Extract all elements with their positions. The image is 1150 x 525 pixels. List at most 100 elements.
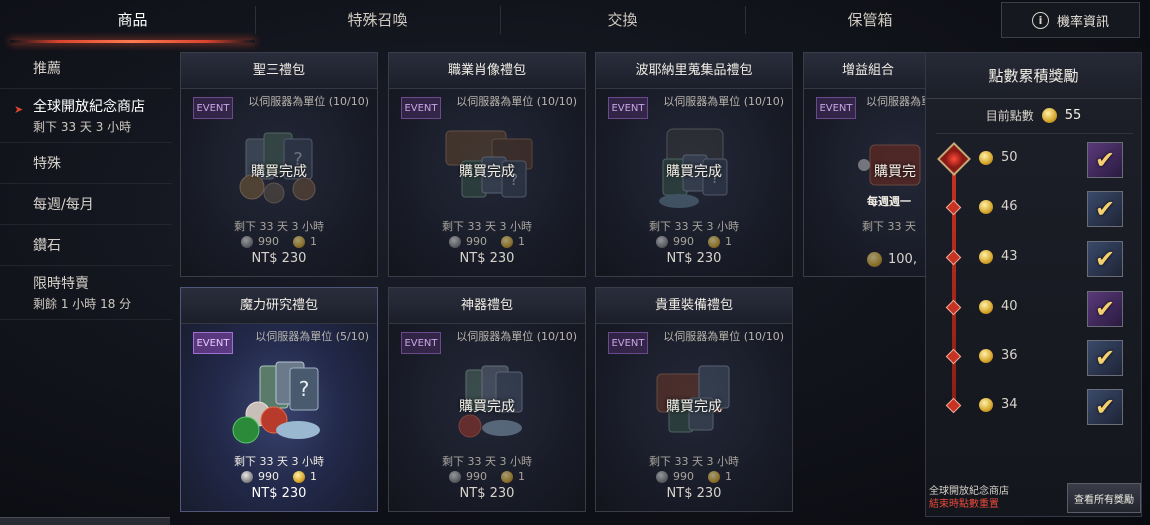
token-amount: 990 [258, 235, 279, 248]
time-remaining: 剩下 33 天 3 小時 [649, 220, 739, 233]
checkmark-icon: ✔ [1094, 393, 1116, 421]
product-title: 聖三禮包 [181, 53, 377, 89]
checkmark-icon: ✔ [1094, 295, 1116, 323]
checkmark-icon: ✔ [1094, 344, 1116, 372]
bonus-rewards: 990 1 [181, 470, 377, 483]
tab-storage[interactable]: 保管箱 [745, 0, 995, 40]
milestone-diamond-icon [945, 249, 962, 266]
purchase-limit: 以伺服器為單位 (5/10) [255, 330, 369, 343]
event-badge: EVENT [401, 97, 441, 119]
tier-points: 43 [1001, 249, 1018, 264]
sidebar-item-label: 限時特賣 [33, 276, 89, 292]
rate-info-button[interactable]: i 機率資訊 [1001, 2, 1140, 38]
purchase-limit: 以伺服器為單位 (10/10) [456, 330, 577, 343]
checkmark-icon: ✔ [1094, 195, 1116, 223]
product-price: NT$ 230 [459, 251, 515, 266]
product-card-holy-trinity[interactable]: 聖三禮包 EVENT 以伺服器為單位 (10/10) ? 購買完成 剩下 33 … [180, 52, 378, 277]
gold-point-icon [979, 199, 993, 214]
purchase-limit: 以伺服器為單位 (10/10) [663, 330, 784, 343]
token-amount: 990 [466, 235, 487, 248]
gold-point-icon [979, 249, 993, 264]
sidebar-item-label: 特殊 [33, 156, 61, 172]
reward-tier: 46 ✔ [926, 188, 1141, 228]
view-all-rewards-button[interactable]: 查看所有獎勵 [1067, 483, 1141, 513]
rate-info-label: 機率資訊 [1056, 14, 1109, 30]
reward-tier: 40 ✔ [926, 288, 1141, 328]
time-remaining: 剩下 33 天 3 小時 [442, 455, 532, 468]
sold-out-label: 購買完成 [459, 164, 515, 180]
point-amount: 1 [310, 470, 317, 483]
reward-claim-box[interactable]: ✔ [1087, 142, 1123, 178]
silver-token-icon [241, 235, 253, 248]
product-title: 波耶納里蒐集品禮包 [596, 53, 792, 89]
token-amount: 100, [888, 252, 917, 267]
bonus-rewards: 990 1 [389, 235, 585, 248]
product-card-class-portrait[interactable]: 職業肖像禮包 EVENT 以伺服器為單位 (10/10) ? 購買完成 剩下 3… [388, 52, 586, 277]
reward-claim-box[interactable]: ✔ [1087, 241, 1123, 277]
reward-tier: 34 ✔ [926, 386, 1141, 426]
tier-points: 50 [1001, 150, 1018, 165]
gold-point-icon [293, 470, 305, 483]
milestone-diamond-icon [945, 397, 962, 414]
tier-points: 46 [1001, 199, 1018, 214]
gold-point-icon [979, 299, 993, 314]
checkmark-icon: ✔ [1094, 245, 1116, 273]
token-amount: 990 [673, 470, 694, 483]
product-price: NT$ 230 [459, 486, 515, 501]
event-badge: EVENT [608, 332, 648, 354]
product-price: NT$ 230 [251, 486, 307, 501]
tab-special-summon[interactable]: 特殊召喚 [255, 0, 500, 40]
gold-point-icon [979, 150, 993, 165]
milestone-diamond-icon [945, 199, 962, 216]
product-title: 神器禮包 [389, 288, 585, 324]
gold-point-icon [293, 235, 305, 248]
sidebar-item-recommended[interactable]: 推薦 [0, 48, 172, 89]
tier-points: 40 [1001, 299, 1018, 314]
milestone-diamond-icon [945, 299, 962, 316]
reset-notice-shop: 全球開放紀念商店 [929, 486, 1009, 497]
tab-products[interactable]: 商品 [10, 0, 255, 40]
reset-notice: 全球開放紀念商店 結束時點數重置 [929, 485, 1009, 511]
product-card-collection[interactable]: 波耶納里蒐集品禮包 EVENT 以伺服器為單位 (10/10) ? 購買完成 剩… [595, 52, 793, 277]
selected-arrow-icon: ➤ [14, 103, 24, 116]
product-card-magic-research[interactable]: 魔力研究禮包 EVENT 以伺服器為單位 (5/10) ? 剩下 33 天 3 … [180, 287, 378, 512]
reward-tier: 43 ✔ [926, 238, 1141, 278]
gold-point-icon [708, 470, 720, 483]
sidebar-item-limited-sale[interactable]: 限時特賣 剩餘 1 小時 18 分 [0, 266, 172, 320]
time-remaining: 剩下 33 天 3 小時 [442, 220, 532, 233]
sidebar-item-global-launch-shop[interactable]: ➤ 全球開放紀念商店 剩下 33 天 3 小時 [0, 89, 172, 143]
reward-claim-box[interactable]: ✔ [1087, 389, 1123, 425]
sidebar-item-label: 鑽石 [33, 238, 61, 254]
silver-token-icon [449, 470, 461, 483]
sidebar-item-weekly-monthly[interactable]: 每週/每月 [0, 184, 172, 225]
point-amount: 1 [725, 470, 732, 483]
sidebar-item-timer: 剩下 33 天 3 小時 [33, 120, 132, 134]
info-icon: i [1031, 11, 1049, 29]
reward-claim-box[interactable]: ✔ [1087, 340, 1123, 376]
sidebar-item-timer: 剩餘 1 小時 18 分 [33, 297, 132, 311]
gold-point-icon [979, 397, 993, 412]
current-points-value: 55 [1064, 107, 1082, 123]
reward-claim-box[interactable]: ✔ [1087, 291, 1123, 327]
reward-claim-box[interactable]: ✔ [1087, 191, 1123, 227]
sold-out-label: 購買完成 [666, 164, 722, 180]
silver-token-icon [241, 470, 253, 483]
reward-tier: 50 ✔ [926, 139, 1141, 179]
sidebar-item-special[interactable]: 特殊 [0, 143, 172, 184]
product-card-precious-gear[interactable]: 貴重裝備禮包 EVENT 以伺服器為單位 (10/10) 購買完成 剩下 33 … [595, 287, 793, 512]
tab-exchange[interactable]: 交換 [500, 0, 745, 40]
silver-token-icon [449, 235, 461, 248]
sidebar-item-diamonds[interactable]: 鑽石 [0, 225, 172, 266]
time-remaining: 剩下 33 天 3 小時 [234, 220, 324, 233]
token-amount: 990 [258, 470, 279, 483]
divider [936, 133, 1133, 134]
sold-out-label: 購買完成 [251, 164, 307, 180]
product-card-artifact[interactable]: 神器禮包 EVENT 以伺服器為單位 (10/10) 購買完成 剩下 33 天 … [388, 287, 586, 512]
bonus-rewards: 990 1 [389, 470, 585, 483]
milestone-gem-icon [937, 142, 971, 176]
svg-text:?: ? [299, 377, 310, 401]
gold-point-icon [867, 252, 882, 267]
point-amount: 1 [518, 470, 525, 483]
point-amount: 1 [725, 235, 732, 248]
milestone-diamond-icon [945, 348, 962, 365]
